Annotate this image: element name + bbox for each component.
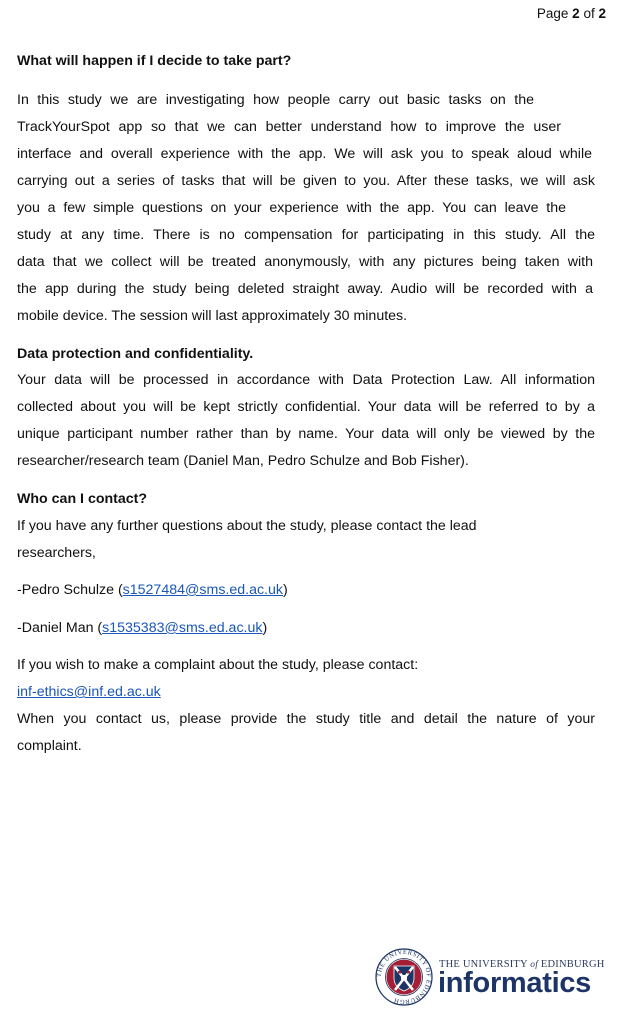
paragraph-line: data that we collect will be treated ano… <box>17 254 593 270</box>
university-crest-icon: THE UNIVERSITY OF EDINBURGH <box>375 948 433 1006</box>
paragraph-line: TrackYourSpot app so that we can better … <box>17 119 561 135</box>
paragraph-line: unique participant number rather than by… <box>17 426 595 442</box>
section-heading-data-protection: Data protection and confidentiality. <box>17 346 254 362</box>
contact-suffix: ) <box>262 620 268 636</box>
contact-name: -Pedro Schulze ( <box>17 582 123 598</box>
contact-name: -Daniel Man ( <box>17 620 103 636</box>
paragraph-line: carrying out a series of tasks that will… <box>17 173 595 189</box>
page-prefix: Page <box>536 6 569 21</box>
complaint-line: If you wish to make a complaint about th… <box>17 657 419 673</box>
section-heading-take-part: What will happen if I decide to take par… <box>17 53 292 69</box>
university-informatics-logo: THE UNIVERSITY OF EDINBURGH THE UNIVERSI… <box>375 948 607 1006</box>
paragraph-line: researcher/research team (Daniel Man, Pe… <box>17 453 469 469</box>
page-sep: of <box>583 6 595 21</box>
section-heading-contact: Who can I contact? <box>17 491 148 507</box>
paragraph-line: the app during the study being deleted s… <box>17 281 593 297</box>
contact-email-link[interactable]: s1535383@sms.ed.ac.uk <box>102 620 262 636</box>
paragraph-line: you a few simple questions on your exper… <box>17 200 566 216</box>
contact-email-link[interactable]: s1527484@sms.ed.ac.uk <box>123 582 283 598</box>
paragraph-line: Your data will be processed in accordanc… <box>17 372 595 388</box>
informatics-wordmark: informatics <box>438 967 592 999</box>
paragraph-line: interface and overall experience with th… <box>17 146 592 162</box>
complaint-email-line: inf-ethics@inf.ed.ac.uk <box>17 684 161 700</box>
page-number: Page 2 of 2 <box>537 6 606 21</box>
page-current: 2 <box>572 6 580 21</box>
paragraph-line: collected about you will be kept strictl… <box>17 399 595 415</box>
paragraph-line: If you have any further questions about … <box>17 518 477 534</box>
contact-daniel: -Daniel Man (s1535383@sms.ed.ac.uk) <box>17 620 267 636</box>
contact-pedro: -Pedro Schulze (s1527484@sms.ed.ac.uk) <box>17 582 288 598</box>
paragraph-line: When you contact us, please provide the … <box>17 711 595 727</box>
paragraph-line: study at any time. There is no compensat… <box>17 227 595 243</box>
page-total: 2 <box>598 6 606 21</box>
complaint-email-link[interactable]: inf-ethics@inf.ed.ac.uk <box>17 684 161 700</box>
paragraph-line: In this study we are investigating how p… <box>17 92 534 108</box>
paragraph-line: complaint. <box>17 738 82 754</box>
contact-suffix: ) <box>282 582 288 598</box>
paragraph-line: researchers, <box>17 545 96 561</box>
paragraph-line: mobile device. The session will last app… <box>17 308 408 324</box>
